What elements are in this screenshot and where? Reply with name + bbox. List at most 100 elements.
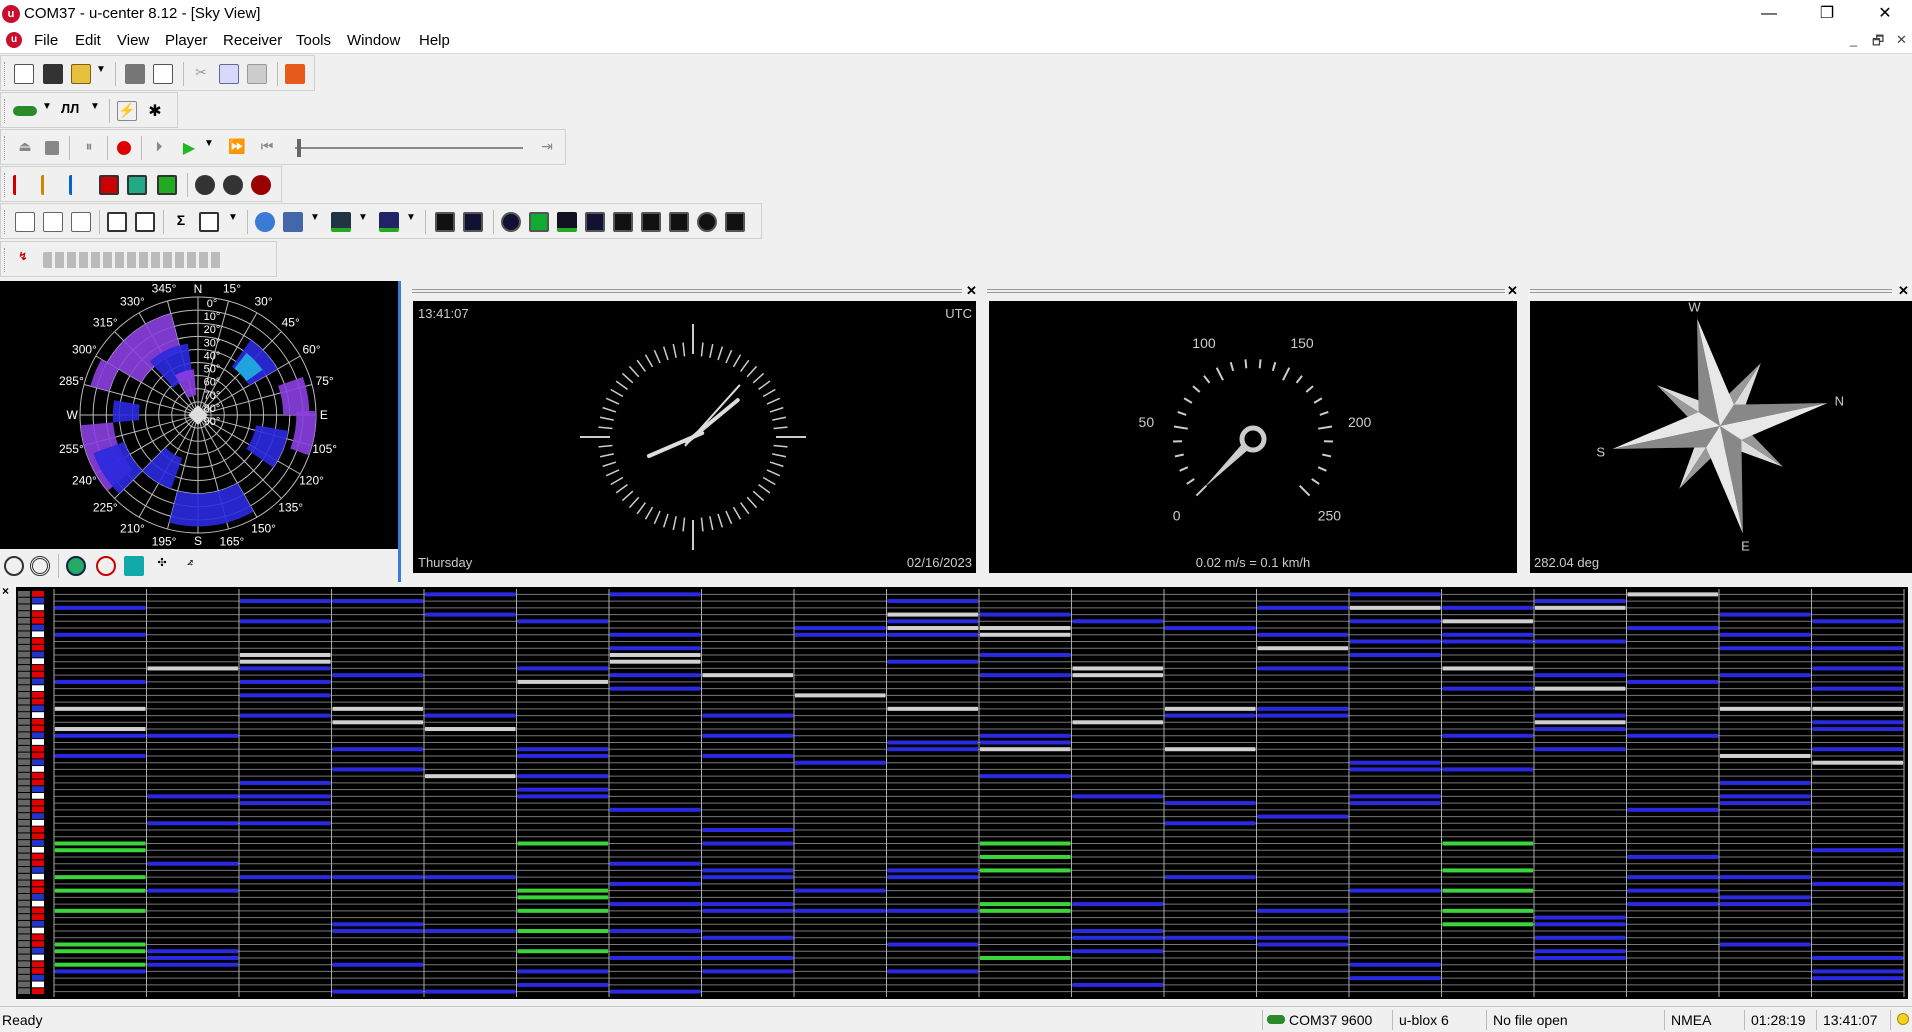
close-button[interactable]: ✕ bbox=[1856, 0, 1912, 28]
globe-icon[interactable] bbox=[66, 556, 86, 576]
custom-command-icon[interactable]: ↯ bbox=[13, 250, 33, 270]
altimeter-view-icon[interactable] bbox=[725, 212, 745, 232]
fast-forward-icon[interactable]: ⏩ bbox=[227, 138, 247, 158]
print-icon[interactable] bbox=[125, 64, 145, 84]
menu-file[interactable]: File bbox=[34, 32, 58, 49]
connection-icon[interactable] bbox=[13, 106, 37, 116]
playback-slider-thumb[interactable] bbox=[297, 139, 301, 157]
menu-edit[interactable]: Edit bbox=[75, 32, 101, 49]
map-view-icon[interactable] bbox=[283, 212, 303, 232]
toolbar-grip[interactable] bbox=[4, 136, 7, 160]
chevron-down-icon[interactable]: ▼ bbox=[405, 212, 417, 232]
poll-all-icon[interactable] bbox=[157, 175, 177, 195]
pause-icon[interactable]: ⏸ bbox=[79, 138, 99, 158]
gear-load-icon[interactable] bbox=[223, 175, 243, 195]
menu-view[interactable]: View bbox=[117, 32, 149, 49]
google-earth-icon[interactable] bbox=[255, 212, 275, 232]
chevron-down-icon[interactable]: ▼ bbox=[41, 101, 53, 121]
clock-view-icon[interactable] bbox=[697, 212, 717, 232]
chevron-down-icon[interactable]: ▼ bbox=[203, 138, 215, 158]
chart-view-icon[interactable] bbox=[331, 212, 351, 232]
baudrate-icon[interactable]: ЛЛ bbox=[61, 101, 87, 121]
world-map-icon[interactable] bbox=[585, 212, 605, 232]
configuration-view-icon[interactable] bbox=[135, 212, 155, 232]
signal-history-close-button[interactable]: × bbox=[2, 584, 9, 598]
mdi-restore-button[interactable]: 🗗 bbox=[1872, 32, 1884, 54]
menu-receiver[interactable]: Receiver bbox=[223, 32, 282, 49]
stop-icon[interactable] bbox=[45, 141, 59, 155]
cold-start-icon[interactable] bbox=[69, 175, 89, 195]
record-icon[interactable] bbox=[117, 141, 131, 155]
chevron-down-icon[interactable]: ▼ bbox=[309, 212, 321, 232]
chevron-down-icon[interactable]: ▼ bbox=[89, 101, 101, 121]
mdi-close-button[interactable]: ✕ bbox=[1896, 32, 1907, 48]
chevron-down-icon[interactable]: ▼ bbox=[357, 212, 369, 232]
binary-console-icon[interactable] bbox=[43, 212, 63, 232]
satellite-icon[interactable] bbox=[124, 556, 144, 576]
toolbar-grip[interactable] bbox=[4, 62, 7, 86]
poll-icon[interactable] bbox=[99, 175, 119, 195]
panel-grip[interactable] bbox=[1530, 289, 1892, 293]
panel-grip[interactable] bbox=[412, 289, 962, 293]
clear-icon[interactable] bbox=[285, 64, 305, 84]
mdi-minimize-button[interactable]: _ bbox=[1850, 32, 1857, 47]
gear-reset-icon[interactable] bbox=[251, 175, 271, 195]
data-view-icon[interactable] bbox=[529, 212, 549, 232]
hot-start-icon[interactable] bbox=[13, 175, 33, 195]
compass-view-icon[interactable] bbox=[641, 212, 661, 232]
warm-start-icon[interactable] bbox=[41, 175, 61, 195]
playback-slider-track[interactable] bbox=[295, 147, 523, 149]
status-port[interactable]: COM37 9600 bbox=[1262, 1010, 1398, 1030]
statistics-icon[interactable]: Σ bbox=[171, 212, 191, 232]
ring-icon[interactable] bbox=[4, 556, 24, 576]
histogram-view-icon[interactable] bbox=[379, 212, 399, 232]
sky-view-icon[interactable] bbox=[501, 212, 521, 232]
cut-icon[interactable]: ✂ bbox=[191, 64, 211, 84]
debug-bug-icon[interactable]: ✱ bbox=[145, 101, 165, 121]
satellite-list-icon[interactable] bbox=[613, 212, 633, 232]
toolbar-grip[interactable] bbox=[4, 248, 7, 272]
table-view-icon[interactable] bbox=[199, 212, 219, 232]
paste-icon[interactable] bbox=[247, 64, 267, 84]
camera-view-icon[interactable] bbox=[435, 212, 455, 232]
rewind-icon[interactable]: ⏮ bbox=[257, 138, 277, 158]
arrows-icon[interactable]: ✣ bbox=[152, 556, 172, 576]
splitter[interactable] bbox=[398, 281, 404, 582]
clock-close-button[interactable]: ✕ bbox=[966, 283, 977, 299]
autobaud-wand-icon[interactable]: ⚡ bbox=[117, 101, 137, 121]
menu-tools[interactable]: Tools bbox=[296, 32, 331, 49]
chevron-down-icon[interactable]: ▼ bbox=[95, 64, 107, 84]
play-icon[interactable]: ▶ bbox=[179, 138, 199, 158]
deviation-map-icon[interactable] bbox=[463, 212, 483, 232]
speed-close-button[interactable]: ✕ bbox=[1507, 283, 1518, 299]
step-forward-icon[interactable]: ⏵ bbox=[149, 138, 169, 158]
new-file-icon[interactable] bbox=[14, 64, 34, 84]
gear-icon[interactable] bbox=[195, 175, 215, 195]
menu-player[interactable]: Player bbox=[165, 32, 208, 49]
text-console-icon[interactable] bbox=[71, 212, 91, 232]
menu-window[interactable]: Window bbox=[347, 32, 400, 49]
double-ring-icon[interactable] bbox=[30, 556, 50, 576]
satellite-level-icon[interactable] bbox=[557, 212, 577, 232]
packet-console-icon[interactable] bbox=[15, 212, 35, 232]
toolbar-grip[interactable] bbox=[4, 210, 7, 234]
speedometer-view-icon[interactable] bbox=[669, 212, 689, 232]
chevron-down-icon[interactable]: ▼ bbox=[227, 212, 239, 232]
panel-grip[interactable] bbox=[987, 289, 1505, 293]
menu-help[interactable]: Help bbox=[419, 32, 450, 49]
minimize-button[interactable]: — bbox=[1740, 0, 1798, 28]
maximize-button[interactable]: ❐ bbox=[1798, 0, 1856, 28]
toolbar-grip[interactable] bbox=[4, 173, 7, 197]
message-view-icon[interactable] bbox=[107, 212, 127, 232]
copy-icon[interactable] bbox=[219, 64, 239, 84]
jump-to-end-icon[interactable]: ⇥ bbox=[537, 138, 557, 158]
mdi-app-icon[interactable]: u bbox=[6, 32, 22, 48]
poll-multiple-icon[interactable] bbox=[127, 175, 147, 195]
save-icon[interactable] bbox=[43, 64, 63, 84]
heading-close-button[interactable]: ✕ bbox=[1898, 283, 1909, 299]
elevation-icon[interactable]: ⦨ bbox=[180, 556, 200, 576]
compass-icon[interactable] bbox=[96, 556, 116, 576]
toolbar-grip[interactable] bbox=[4, 99, 7, 123]
open-folder-icon[interactable] bbox=[71, 64, 91, 84]
eject-icon[interactable]: ⏏ bbox=[15, 138, 35, 158]
